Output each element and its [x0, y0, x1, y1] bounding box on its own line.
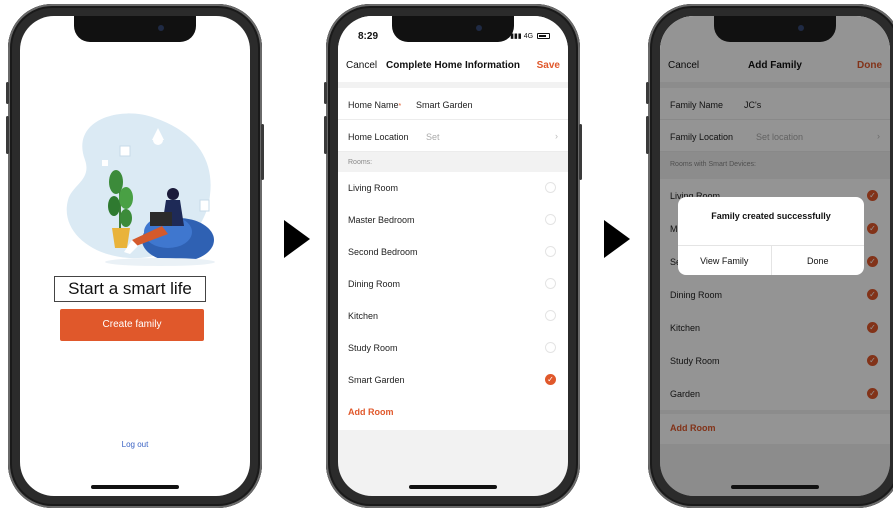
required-mark: * — [398, 103, 402, 110]
add-room-row: Add Room — [338, 396, 568, 430]
notch — [714, 16, 836, 42]
welcome-title: Start a smart life — [54, 276, 206, 302]
radio-icon[interactable] — [545, 278, 556, 289]
battery-icon — [537, 33, 550, 40]
nav-bar: Complete Home Information Cancel Save — [338, 48, 568, 82]
room-row[interactable]: Second Bedroom — [338, 236, 568, 268]
room-row[interactable]: Master Bedroom — [338, 204, 568, 236]
screen-complete-home-info: 8:29 ▮▮▮ 4G Complete Home Information Ca… — [338, 16, 568, 496]
room-row[interactable]: Smart Garden ✓ — [338, 364, 568, 396]
room-row[interactable]: Dining Room — [338, 268, 568, 300]
smart-life-illustration — [66, 113, 215, 266]
checkmark-icon[interactable]: ✓ — [545, 374, 556, 385]
create-family-button[interactable]: Create family — [60, 309, 204, 341]
home-name-row[interactable]: Home Name* Smart Garden — [338, 88, 568, 120]
room-row[interactable]: Living Room — [338, 172, 568, 204]
radio-icon[interactable] — [545, 214, 556, 225]
notch — [392, 16, 514, 42]
radio-icon[interactable] — [545, 310, 556, 321]
home-indicator[interactable] — [91, 485, 179, 489]
screen-welcome: Start a smart life Create family Log out — [20, 16, 250, 496]
save-button[interactable]: Save — [537, 60, 560, 71]
dialog-done-button[interactable]: Done — [772, 246, 865, 275]
home-location-row[interactable]: Home Location Set › — [338, 120, 568, 152]
screen-add-family: Add Family Cancel Done Family Name JC's … — [660, 16, 890, 496]
room-name: Second Bedroom — [348, 247, 418, 257]
next-step-arrow-icon — [284, 220, 310, 258]
add-room-button[interactable]: Add Room — [348, 407, 394, 417]
room-name: Dining Room — [348, 279, 401, 289]
radio-icon[interactable] — [545, 182, 556, 193]
room-name: Master Bedroom — [348, 215, 415, 225]
home-indicator[interactable] — [731, 485, 819, 489]
cancel-button[interactable]: Cancel — [346, 60, 377, 71]
home-name-label: Home Name* — [348, 100, 402, 110]
home-location-label: Home Location — [348, 132, 409, 142]
success-dialog: Family created successfully View Family … — [678, 197, 864, 275]
network-label: 4G — [523, 33, 534, 40]
phone-frame-1: Start a smart life Create family Log out — [6, 4, 264, 508]
view-family-button[interactable]: View Family — [678, 246, 772, 275]
dialog-message: Family created successfully — [711, 211, 831, 221]
radio-icon[interactable] — [545, 246, 556, 257]
room-name: Living Room — [348, 183, 399, 193]
notch — [74, 16, 196, 42]
home-location-value: Set — [426, 132, 440, 142]
status-signal: ▮▮▮ 4G — [510, 32, 550, 40]
phone-frame-3: Add Family Cancel Done Family Name JC's … — [646, 4, 893, 508]
phone-frame-2: 8:29 ▮▮▮ 4G Complete Home Information Ca… — [324, 4, 582, 508]
chevron-right-icon: › — [555, 131, 558, 141]
room-row[interactable]: Study Room — [338, 332, 568, 364]
home-name-value[interactable]: Smart Garden — [416, 100, 473, 110]
room-name: Kitchen — [348, 311, 379, 321]
signal-icon: ▮▮▮ — [510, 33, 522, 40]
room-name: Smart Garden — [348, 375, 405, 385]
room-row[interactable]: Kitchen — [338, 300, 568, 332]
status-time: 8:29 — [358, 31, 379, 42]
logout-link[interactable]: Log out — [20, 440, 250, 449]
radio-icon[interactable] — [545, 342, 556, 353]
room-name: Study Room — [348, 343, 398, 353]
next-step-arrow-icon — [604, 220, 630, 258]
home-indicator[interactable] — [409, 485, 497, 489]
rooms-header: Rooms: — [348, 159, 373, 166]
